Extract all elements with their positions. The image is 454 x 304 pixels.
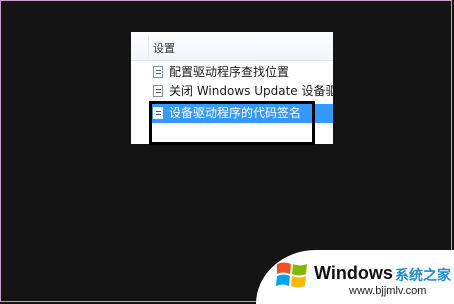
policy-item-label: 关闭 Windows Update 设备驱动程序搜索提示 xyxy=(169,84,333,98)
site-watermark: Windows 系统之家 www.bjjmlv.com xyxy=(256,250,454,304)
watermark-brand: Windows xyxy=(314,263,393,283)
policy-item-configure-search-location[interactable]: 配置驱动程序查找位置 xyxy=(151,63,333,82)
policy-item-label: 配置驱动程序查找位置 xyxy=(169,65,290,79)
policy-setting-icon xyxy=(153,66,163,78)
column-header-label: 设置 xyxy=(153,42,175,55)
watermark-url: www.bjjmlv.com xyxy=(349,285,427,297)
policy-item-turn-off-windows-update-prompt[interactable]: 关闭 Windows Update 设备驱动程序搜索提示 xyxy=(151,82,333,101)
policy-setting-icon xyxy=(153,85,163,97)
column-divider xyxy=(148,36,149,58)
annotation-highlight-box xyxy=(149,101,315,145)
watermark-site-name: 系统之家 xyxy=(395,268,451,284)
windows-logo-icon xyxy=(276,262,307,288)
column-header[interactable]: 设置 xyxy=(131,32,333,61)
